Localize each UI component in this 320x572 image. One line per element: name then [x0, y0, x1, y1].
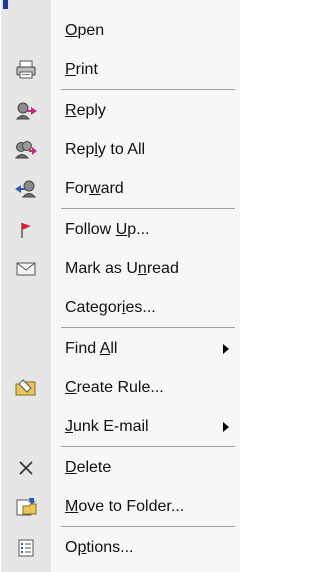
- menu-item-create-rule[interactable]: Create Rule...: [1, 368, 241, 407]
- menu-item-categories[interactable]: Categories...: [1, 288, 241, 327]
- menu-item-label: Create Rule...: [65, 379, 164, 396]
- reply-all-icon: [1, 130, 51, 169]
- corner-mark: [3, 0, 8, 9]
- menu-item-label: Find All: [65, 340, 118, 357]
- menu-item-label: Reply to All: [65, 141, 146, 158]
- menu-item-options[interactable]: Options...: [1, 528, 241, 567]
- flag-icon: [1, 210, 51, 249]
- menu-item-reply[interactable]: Reply: [1, 91, 241, 130]
- icon-placeholder: [1, 288, 51, 327]
- menu-item-delete[interactable]: Delete: [1, 448, 241, 487]
- options-icon: [1, 528, 51, 567]
- icon-placeholder: [1, 407, 51, 446]
- printer-icon: [1, 50, 51, 89]
- forward-icon: [1, 169, 51, 208]
- menu-item-label: Delete: [65, 459, 112, 476]
- move-folder-icon: [1, 487, 51, 526]
- submenu-arrow-icon: [223, 422, 229, 432]
- menu-item-label: Mark as Unread: [65, 260, 179, 277]
- menu-item-move-to-folder[interactable]: Move to Folder...: [1, 487, 241, 526]
- icon-placeholder: [1, 329, 51, 368]
- submenu-arrow-icon: [223, 344, 229, 354]
- menu-item-label: Junk E-mail: [65, 418, 149, 435]
- menu-item-junk-email[interactable]: Junk E-mail: [1, 407, 241, 446]
- menu-items: Open Print Reply Reply to All Forward Fo…: [1, 11, 241, 567]
- menu-item-label: Print: [65, 61, 98, 78]
- delete-x-icon: [1, 448, 51, 487]
- menu-item-label: Move to Folder...: [65, 498, 185, 515]
- menu-item-label: Reply: [65, 102, 106, 119]
- menu-item-label: Open: [65, 22, 105, 39]
- menu-item-follow-up[interactable]: Follow Up...: [1, 210, 241, 249]
- reply-icon: [1, 91, 51, 130]
- create-rule-icon: [1, 368, 51, 407]
- menu-item-label: Categories...: [65, 299, 156, 316]
- menu-item-print[interactable]: Print: [1, 50, 241, 89]
- context-menu: Open Print Reply Reply to All Forward Fo…: [0, 0, 240, 572]
- menu-item-forward[interactable]: Forward: [1, 169, 241, 208]
- envelope-icon: [1, 249, 51, 288]
- menu-item-mark-as-unread[interactable]: Mark as Unread: [1, 249, 241, 288]
- menu-item-label: Follow Up...: [65, 221, 150, 238]
- menu-item-label: Forward: [65, 180, 124, 197]
- menu-item-reply-to-all[interactable]: Reply to All: [1, 130, 241, 169]
- menu-item-open[interactable]: Open: [1, 11, 241, 50]
- icon-placeholder: [1, 11, 51, 50]
- menu-item-find-all[interactable]: Find All: [1, 329, 241, 368]
- menu-item-label: Options...: [65, 539, 134, 556]
